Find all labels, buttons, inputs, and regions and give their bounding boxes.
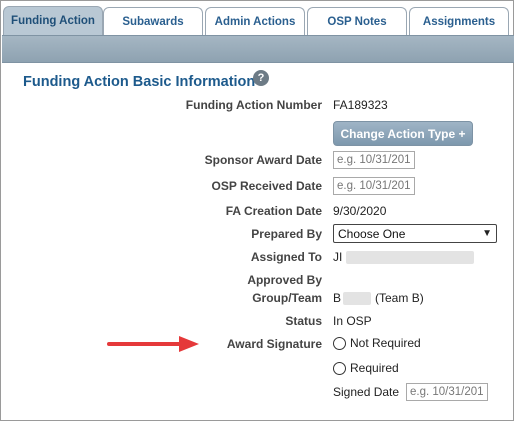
sponsor-award-date-input[interactable] — [333, 151, 415, 169]
assigned-to-value: JI — [333, 250, 475, 265]
chevron-down-icon: ▼ — [482, 228, 492, 239]
assigned-to-initials: JI — [333, 250, 343, 264]
osp-received-date-input[interactable] — [333, 177, 415, 195]
fa-creation-date-value: 9/30/2020 — [333, 204, 387, 218]
group-team-label: Group/Team — [252, 291, 322, 305]
funding-action-number-value: FA189323 — [333, 98, 388, 112]
section-title: Funding Action Basic Information — [23, 74, 256, 90]
approved-by-value: B (Team B) — [333, 291, 424, 306]
signed-date-input[interactable] — [406, 383, 488, 401]
award-signature-label: Award Signature — [226, 337, 322, 351]
status-label: Status — [285, 314, 322, 328]
tab-assignments[interactable]: Assignments — [409, 7, 509, 35]
approved-by-prefix: B — [333, 291, 342, 305]
tab-admin-actions[interactable]: Admin Actions — [205, 7, 305, 35]
required-option[interactable]: Required — [333, 361, 399, 375]
required-label: Required — [350, 361, 399, 375]
help-icon[interactable]: ? — [253, 70, 269, 86]
not-required-label: Not Required — [350, 336, 421, 350]
prepared-by-label: Prepared By — [251, 227, 322, 241]
tab-subawards[interactable]: Subawards — [103, 7, 203, 35]
not-required-radio[interactable] — [333, 336, 346, 350]
redacted-name — [346, 251, 475, 265]
red-arrow-icon — [107, 336, 199, 352]
tab-funding-action[interactable]: Funding Action — [3, 6, 103, 35]
tab-bar: Funding Action Subawards Admin Actions O… — [1, 1, 514, 35]
signed-date-label: Signed Date — [333, 385, 400, 399]
assigned-to-label: Assigned To — [250, 250, 322, 264]
status-value: In OSP — [333, 314, 372, 328]
approved-by-label: Approved By — [247, 273, 322, 287]
tab-osp-notes[interactable]: OSP Notes — [307, 7, 407, 35]
fa-creation-date-label: FA Creation Date — [225, 204, 322, 218]
approved-by-team: (Team B) — [375, 291, 424, 305]
prepared-by-selected: Choose One — [338, 226, 406, 241]
redacted-team-member — [343, 292, 372, 306]
prepared-by-select[interactable]: Choose One ▼ — [333, 224, 497, 243]
funding-action-number-label: Funding Action Number — [185, 98, 322, 112]
required-radio[interactable] — [333, 361, 346, 375]
change-action-type-button[interactable]: Change Action Type + — [333, 121, 473, 146]
header-band — [2, 35, 514, 63]
not-required-option[interactable]: Not Required — [333, 336, 421, 350]
osp-received-date-label: OSP Received Date — [211, 179, 322, 193]
funding-action-panel: Funding Action Subawards Admin Actions O… — [0, 0, 514, 421]
sponsor-award-date-label: Sponsor Award Date — [204, 153, 322, 167]
